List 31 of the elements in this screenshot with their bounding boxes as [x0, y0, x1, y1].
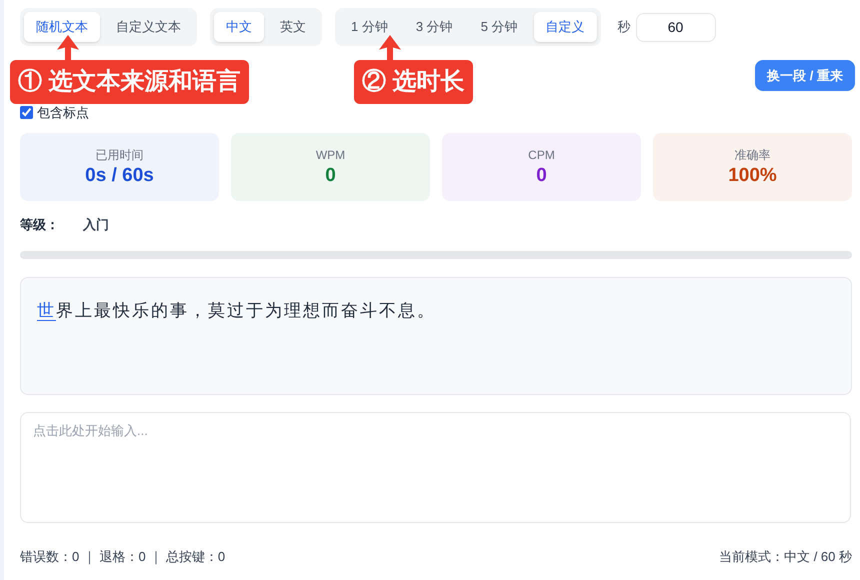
stats-footer: 错误数：0 ｜ 退格：0 ｜ 总按键：0 [20, 547, 226, 566]
punctuation-checkbox[interactable] [20, 106, 33, 120]
passage-text: 世界上最快乐的事，莫过于为理想而奋斗不息。 [37, 300, 437, 322]
level-label: 等级： [20, 216, 59, 234]
source-tab[interactable]: 随机文本 [24, 12, 100, 42]
typing-input[interactable]: 点击此处开始输入... [20, 412, 851, 523]
stat-value: 0 [536, 164, 547, 188]
duration-tab[interactable]: 1 分钟 [339, 12, 400, 42]
duration-tab[interactable]: 5 分钟 [468, 12, 530, 42]
language-tab[interactable]: 中文 [214, 12, 264, 42]
stat-value: 0s / 60s [85, 164, 154, 188]
stat-label: CPM [528, 146, 555, 164]
stat-value: 0 [325, 164, 336, 188]
annotation-label: ① 选文本来源和语言 [10, 60, 249, 104]
source-tab[interactable]: 自定义文本 [104, 12, 193, 42]
language-tab[interactable]: 英文 [268, 12, 318, 42]
seconds-field[interactable]: 60 [636, 12, 716, 42]
arrow-icon [378, 35, 402, 60]
mode-footer: 当前模式：中文 / 60 秒 [719, 547, 852, 566]
stat-label: 已用时间 [96, 146, 144, 164]
stat-label: WPM [316, 146, 346, 164]
seconds-label: 秒 [618, 18, 631, 36]
restart-button[interactable]: 换一段 / 重来 [755, 60, 855, 91]
duration-tab[interactable]: 3 分钟 [404, 12, 465, 42]
duration-tab[interactable]: 自定义 [534, 12, 597, 42]
annotation-label: ② 选时长 [354, 60, 473, 104]
punctuation-label: 包含标点 [37, 104, 89, 122]
stat-value: 100% [728, 164, 777, 188]
arrow-icon [56, 35, 80, 60]
stat-label: 准确率 [734, 146, 770, 164]
level-value: 入门 [83, 216, 109, 234]
